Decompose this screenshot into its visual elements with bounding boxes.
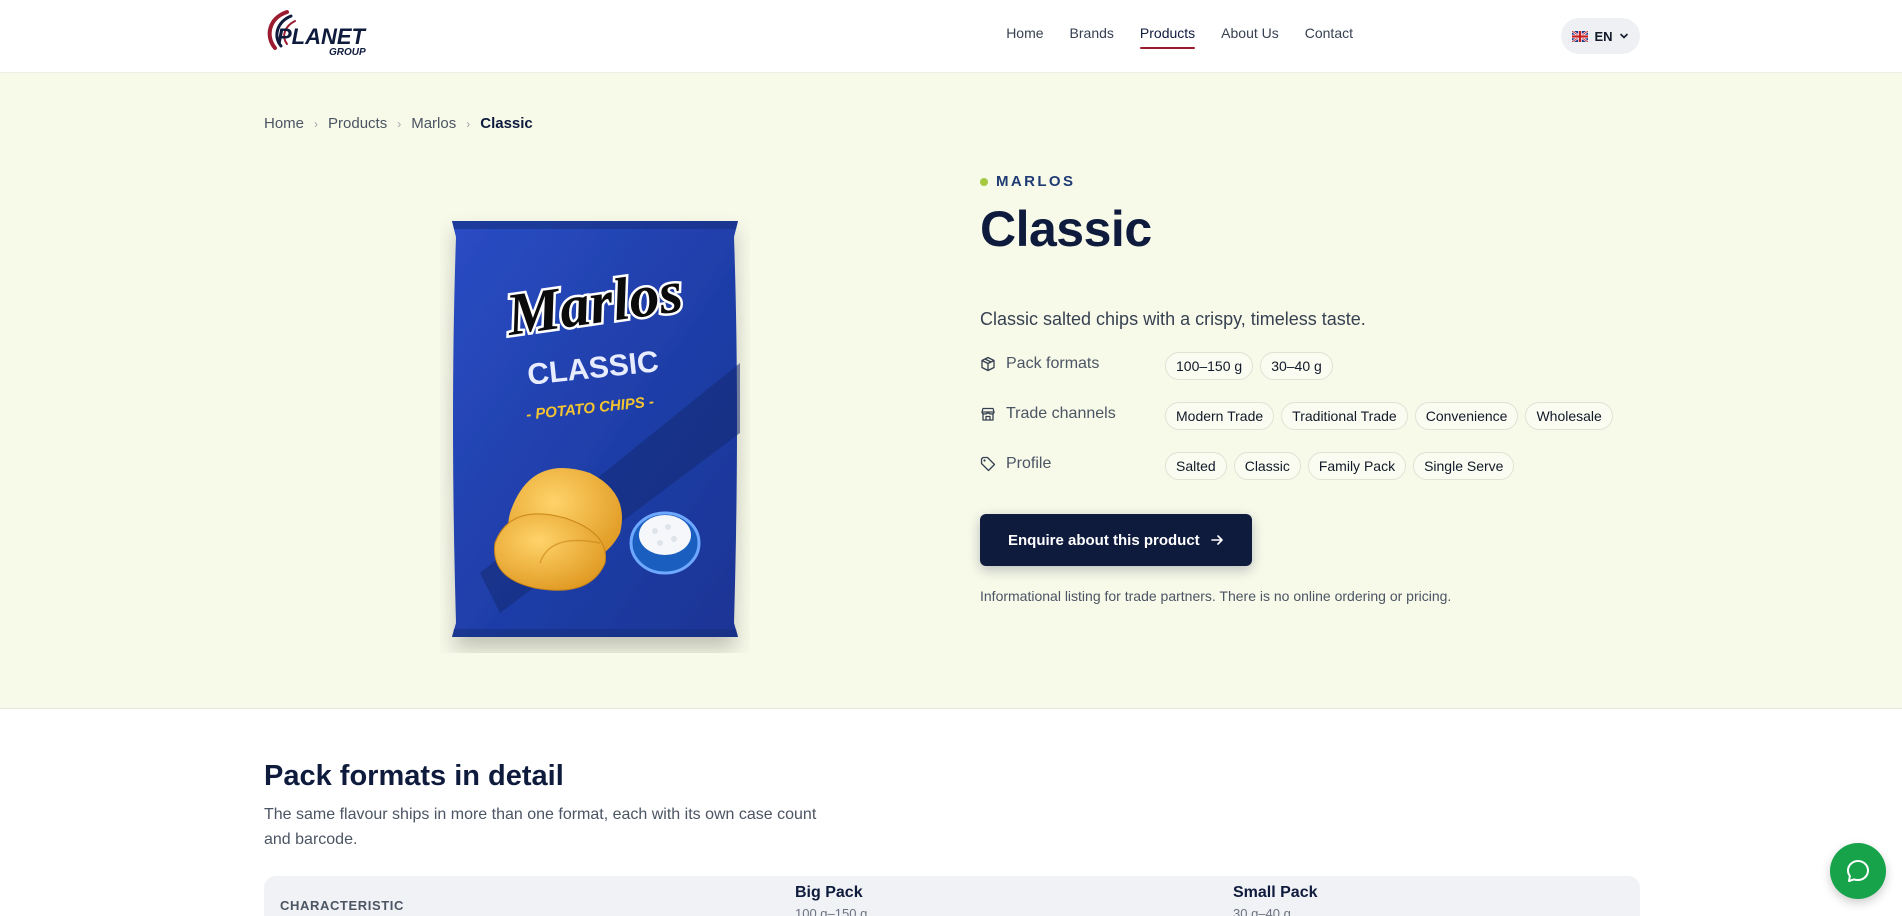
attr-label: Trade channels <box>980 402 1165 423</box>
column-name: Big Pack <box>795 884 863 901</box>
breadcrumb-current: Classic <box>480 115 533 132</box>
site-header: PLANET GROUP Home Brands Products About … <box>0 0 1902 73</box>
pack-formats-table: CHARACTERISTIC Big Pack 100 g–150 g Smal… <box>264 876 1640 916</box>
attr-label: Pack formats <box>980 352 1165 373</box>
language-code: EN <box>1594 28 1613 44</box>
planet-group-logo[interactable]: PLANET GROUP <box>263 8 373 58</box>
package-icon <box>981 356 995 372</box>
chevron-down-icon <box>1619 33 1628 39</box>
attr-profile: Profile Salted Classic Family Pack Singl… <box>980 452 1670 502</box>
nav-contact[interactable]: Contact <box>1305 25 1353 47</box>
chip: Single Serve <box>1413 452 1515 480</box>
chip: Classic <box>1233 452 1301 480</box>
store-icon <box>981 407 995 421</box>
arrow-right-icon <box>1210 535 1223 545</box>
attr-profile-label: Profile <box>1006 455 1052 472</box>
chip-group: Modern Trade Traditional Trade Convenien… <box>1165 402 1613 430</box>
nav-brands[interactable]: Brands <box>1070 25 1114 47</box>
informational-note: Informational listing for trade partners… <box>980 588 1452 604</box>
chip: Salted <box>1165 452 1227 480</box>
chip: Wholesale <box>1525 402 1613 430</box>
main-nav: Home Brands Products About Us Contact <box>1006 25 1353 49</box>
table-header-big-pack: Big Pack 100 g–150 g <box>795 884 867 916</box>
brand-name: MARLOS <box>996 173 1076 190</box>
chip-group: 100–150 g 30–40 g <box>1165 352 1333 380</box>
chip: Family Pack <box>1307 452 1407 480</box>
product-hero: Home › Products › Marlos › Classic Marlo… <box>0 73 1902 709</box>
column-sub: 30 g–40 g <box>1233 906 1291 916</box>
chip: 30–40 g <box>1260 352 1333 380</box>
product-info: MARLOS Classic Classic salted chips with… <box>980 173 1670 604</box>
breadcrumb: Home › Products › Marlos › Classic <box>264 115 533 132</box>
chip: Traditional Trade <box>1281 402 1408 430</box>
nav-products[interactable]: Products <box>1139 25 1196 49</box>
attr-trade-channels: Trade channels Modern Trade Traditional … <box>980 402 1670 452</box>
chip-group: Salted Classic Family Pack Single Serve <box>1165 452 1515 480</box>
table-header-small-pack: Small Pack 30 g–40 g <box>1233 884 1318 916</box>
table-header-characteristic: CHARACTERISTIC <box>280 898 404 913</box>
nav-home[interactable]: Home <box>1006 25 1043 47</box>
uk-flag-icon <box>1572 30 1589 42</box>
brand-tag: MARLOS <box>980 173 1670 190</box>
section-title: Pack formats in detail <box>264 760 564 792</box>
attr-label: Profile <box>980 452 1165 473</box>
chevron-right-icon: › <box>397 116 402 131</box>
brand-dot-icon <box>980 177 988 186</box>
chat-bubble-icon <box>1847 860 1869 882</box>
nav-about-us[interactable]: About Us <box>1221 25 1279 47</box>
language-switcher[interactable]: EN <box>1561 18 1640 54</box>
column-sub: 100 g–150 g <box>795 906 868 916</box>
enquire-button-label: Enquire about this product <box>1008 531 1200 549</box>
svg-text:GROUP: GROUP <box>329 47 366 58</box>
breadcrumb-products[interactable]: Products <box>328 115 387 132</box>
chip: Modern Trade <box>1165 402 1275 430</box>
breadcrumb-marlos[interactable]: Marlos <box>411 115 456 132</box>
product-description: Classic salted chips with a crispy, time… <box>980 309 1366 329</box>
chevron-right-icon: › <box>466 116 471 131</box>
enquire-button[interactable]: Enquire about this product <box>980 514 1252 566</box>
breadcrumb-home[interactable]: Home <box>264 115 304 132</box>
tag-icon <box>980 456 996 472</box>
attr-pack-formats-label: Pack formats <box>1006 355 1100 372</box>
svg-text:PLANET: PLANET <box>277 24 367 49</box>
product-image: Marlos CLASSIC - POTATO CHIPS - <box>440 213 750 653</box>
section-description: The same flavour ships in more than one … <box>264 806 817 848</box>
chip: 100–150 g <box>1165 352 1254 380</box>
attr-pack-formats: Pack formats 100–150 g 30–40 g <box>980 352 1670 402</box>
chat-button[interactable] <box>1830 843 1886 899</box>
product-title: Classic <box>980 201 1152 257</box>
chevron-right-icon: › <box>314 116 319 131</box>
chip: Convenience <box>1414 402 1519 430</box>
column-name: Small Pack <box>1233 884 1318 901</box>
attr-trade-channels-label: Trade channels <box>1006 405 1116 422</box>
product-attributes: Pack formats 100–150 g 30–40 g Trade cha… <box>980 352 1670 502</box>
